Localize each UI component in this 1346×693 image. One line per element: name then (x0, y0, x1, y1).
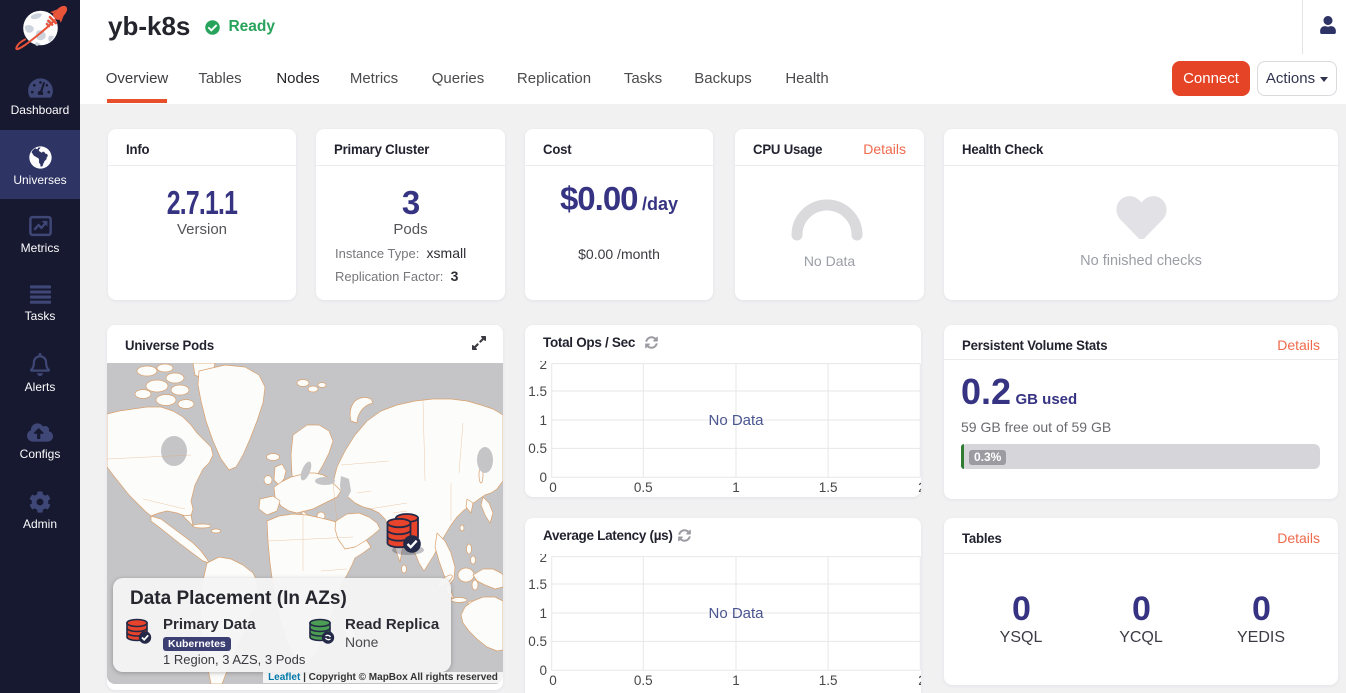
svg-text:1.5: 1.5 (819, 480, 838, 495)
svg-text:No Data: No Data (708, 605, 764, 622)
svg-text:0: 0 (549, 480, 557, 495)
svg-text:1: 1 (539, 606, 547, 621)
svg-text:2: 2 (539, 554, 547, 565)
svg-text:No Data: No Data (708, 412, 764, 429)
svg-text:2: 2 (918, 480, 921, 495)
svg-text:1: 1 (732, 673, 740, 688)
svg-text:1.5: 1.5 (528, 577, 547, 592)
svg-text:0.5: 0.5 (634, 480, 653, 495)
svg-text:0: 0 (539, 470, 547, 485)
svg-text:1.5: 1.5 (819, 673, 838, 688)
svg-text:1: 1 (539, 413, 547, 428)
svg-text:0: 0 (549, 673, 557, 688)
svg-text:0.5: 0.5 (634, 673, 653, 688)
svg-text:0.5: 0.5 (528, 634, 547, 649)
svg-text:2: 2 (539, 361, 547, 372)
svg-text:0: 0 (539, 663, 547, 678)
svg-text:1.5: 1.5 (528, 384, 547, 399)
svg-text:2: 2 (918, 673, 921, 688)
svg-text:1: 1 (732, 480, 740, 495)
svg-text:0.5: 0.5 (528, 441, 547, 456)
